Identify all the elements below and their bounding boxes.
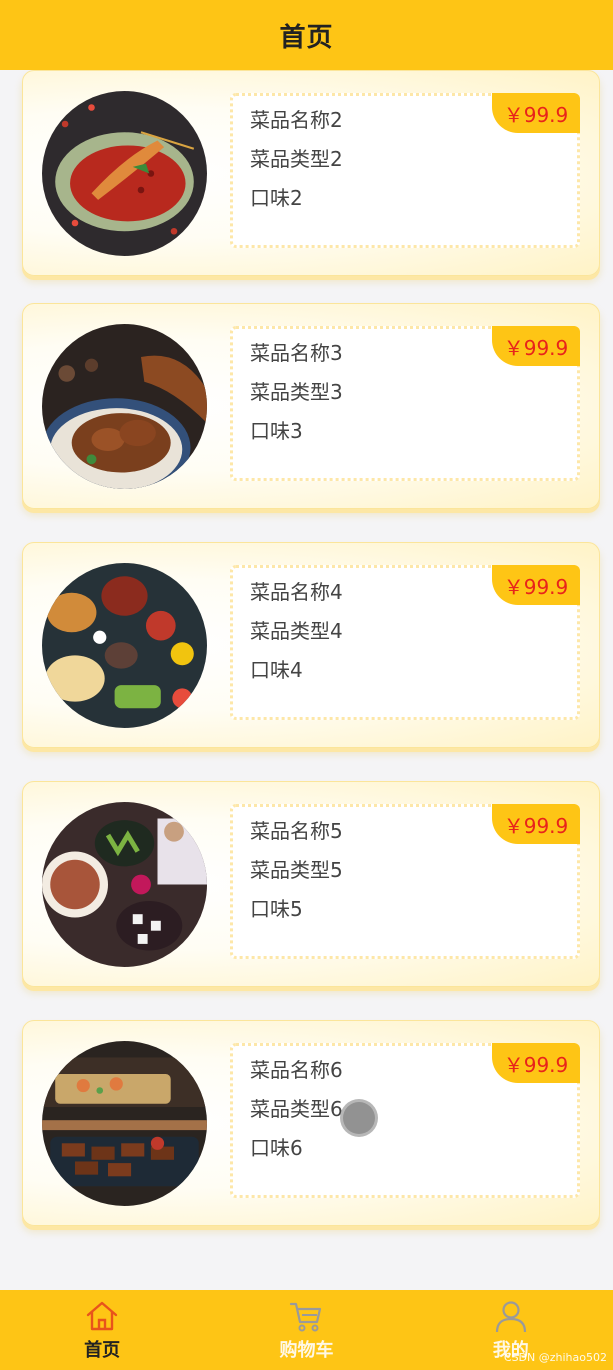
dish-taste: 口味5 bbox=[250, 897, 303, 921]
touch-indicator bbox=[340, 1099, 378, 1137]
price-tag: ￥99.9 bbox=[492, 565, 580, 605]
user-icon bbox=[495, 1301, 526, 1333]
tab-label: 购物车 bbox=[279, 1340, 334, 1361]
dish-taste: 口味4 bbox=[250, 658, 303, 682]
dish-info: 菜品名称2 菜品类型2 口味2 ￥99.9 bbox=[230, 93, 580, 248]
dish-name: 菜品名称6 bbox=[250, 1058, 343, 1082]
dish-type: 菜品类型6 bbox=[250, 1097, 343, 1121]
dish-card[interactable]: 菜品名称4 菜品类型4 口味4 ￥99.9 bbox=[22, 542, 600, 748]
top-navbar: 首页 bbox=[0, 0, 613, 70]
price-tag: ￥99.9 bbox=[492, 804, 580, 844]
tab-home[interactable]: 首页 bbox=[0, 1290, 204, 1370]
tab-cart[interactable]: 购物车 bbox=[204, 1290, 408, 1370]
dish-name: 菜品名称5 bbox=[250, 819, 343, 843]
dish-list[interactable]: 菜品名称2 菜品类型2 口味2 ￥99.9 菜品名称3 菜品类型3 口味3 ￥9… bbox=[0, 70, 613, 1290]
dish-photo[interactable] bbox=[42, 1041, 207, 1206]
dish-info: 菜品名称5 菜品类型5 口味5 ￥99.9 bbox=[230, 804, 580, 959]
tab-label: 首页 bbox=[84, 1340, 121, 1361]
dish-info: 菜品名称4 菜品类型4 口味4 ￥99.9 bbox=[230, 565, 580, 720]
dish-taste: 口味3 bbox=[250, 419, 303, 443]
dish-photo[interactable] bbox=[42, 324, 207, 489]
dish-type: 菜品类型2 bbox=[250, 147, 343, 171]
dish-photo[interactable] bbox=[42, 802, 207, 967]
dish-photo[interactable] bbox=[42, 91, 207, 256]
price-tag: ￥99.9 bbox=[492, 93, 580, 133]
page-title: 首页 bbox=[279, 22, 334, 53]
dish-taste: 口味2 bbox=[250, 186, 303, 210]
dish-type: 菜品类型4 bbox=[250, 619, 343, 643]
dish-taste: 口味6 bbox=[250, 1136, 303, 1160]
dish-type: 菜品类型5 bbox=[250, 858, 343, 882]
dish-name: 菜品名称2 bbox=[250, 108, 343, 132]
dish-info: 菜品名称6 菜品类型6 口味6 ￥99.9 bbox=[230, 1043, 580, 1198]
price-tag: ￥99.9 bbox=[492, 1043, 580, 1083]
dish-photo[interactable] bbox=[42, 563, 207, 728]
dish-name: 菜品名称4 bbox=[250, 580, 343, 604]
dish-card[interactable]: 菜品名称3 菜品类型3 口味3 ￥99.9 bbox=[22, 303, 600, 509]
dish-type: 菜品类型3 bbox=[250, 380, 343, 404]
dish-card[interactable]: 菜品名称2 菜品类型2 口味2 ￥99.9 bbox=[22, 70, 600, 276]
home-icon bbox=[86, 1301, 118, 1331]
dish-name: 菜品名称3 bbox=[250, 341, 343, 365]
price-tag: ￥99.9 bbox=[492, 326, 580, 366]
dish-card[interactable]: 菜品名称5 菜品类型5 口味5 ￥99.9 bbox=[22, 781, 600, 987]
cart-icon bbox=[290, 1302, 322, 1332]
dish-card[interactable]: 菜品名称6 菜品类型6 口味6 ￥99.9 bbox=[22, 1020, 600, 1226]
dish-info: 菜品名称3 菜品类型3 口味3 ￥99.9 bbox=[230, 326, 580, 481]
watermark: CSDN @zhihao502 bbox=[503, 1351, 607, 1364]
